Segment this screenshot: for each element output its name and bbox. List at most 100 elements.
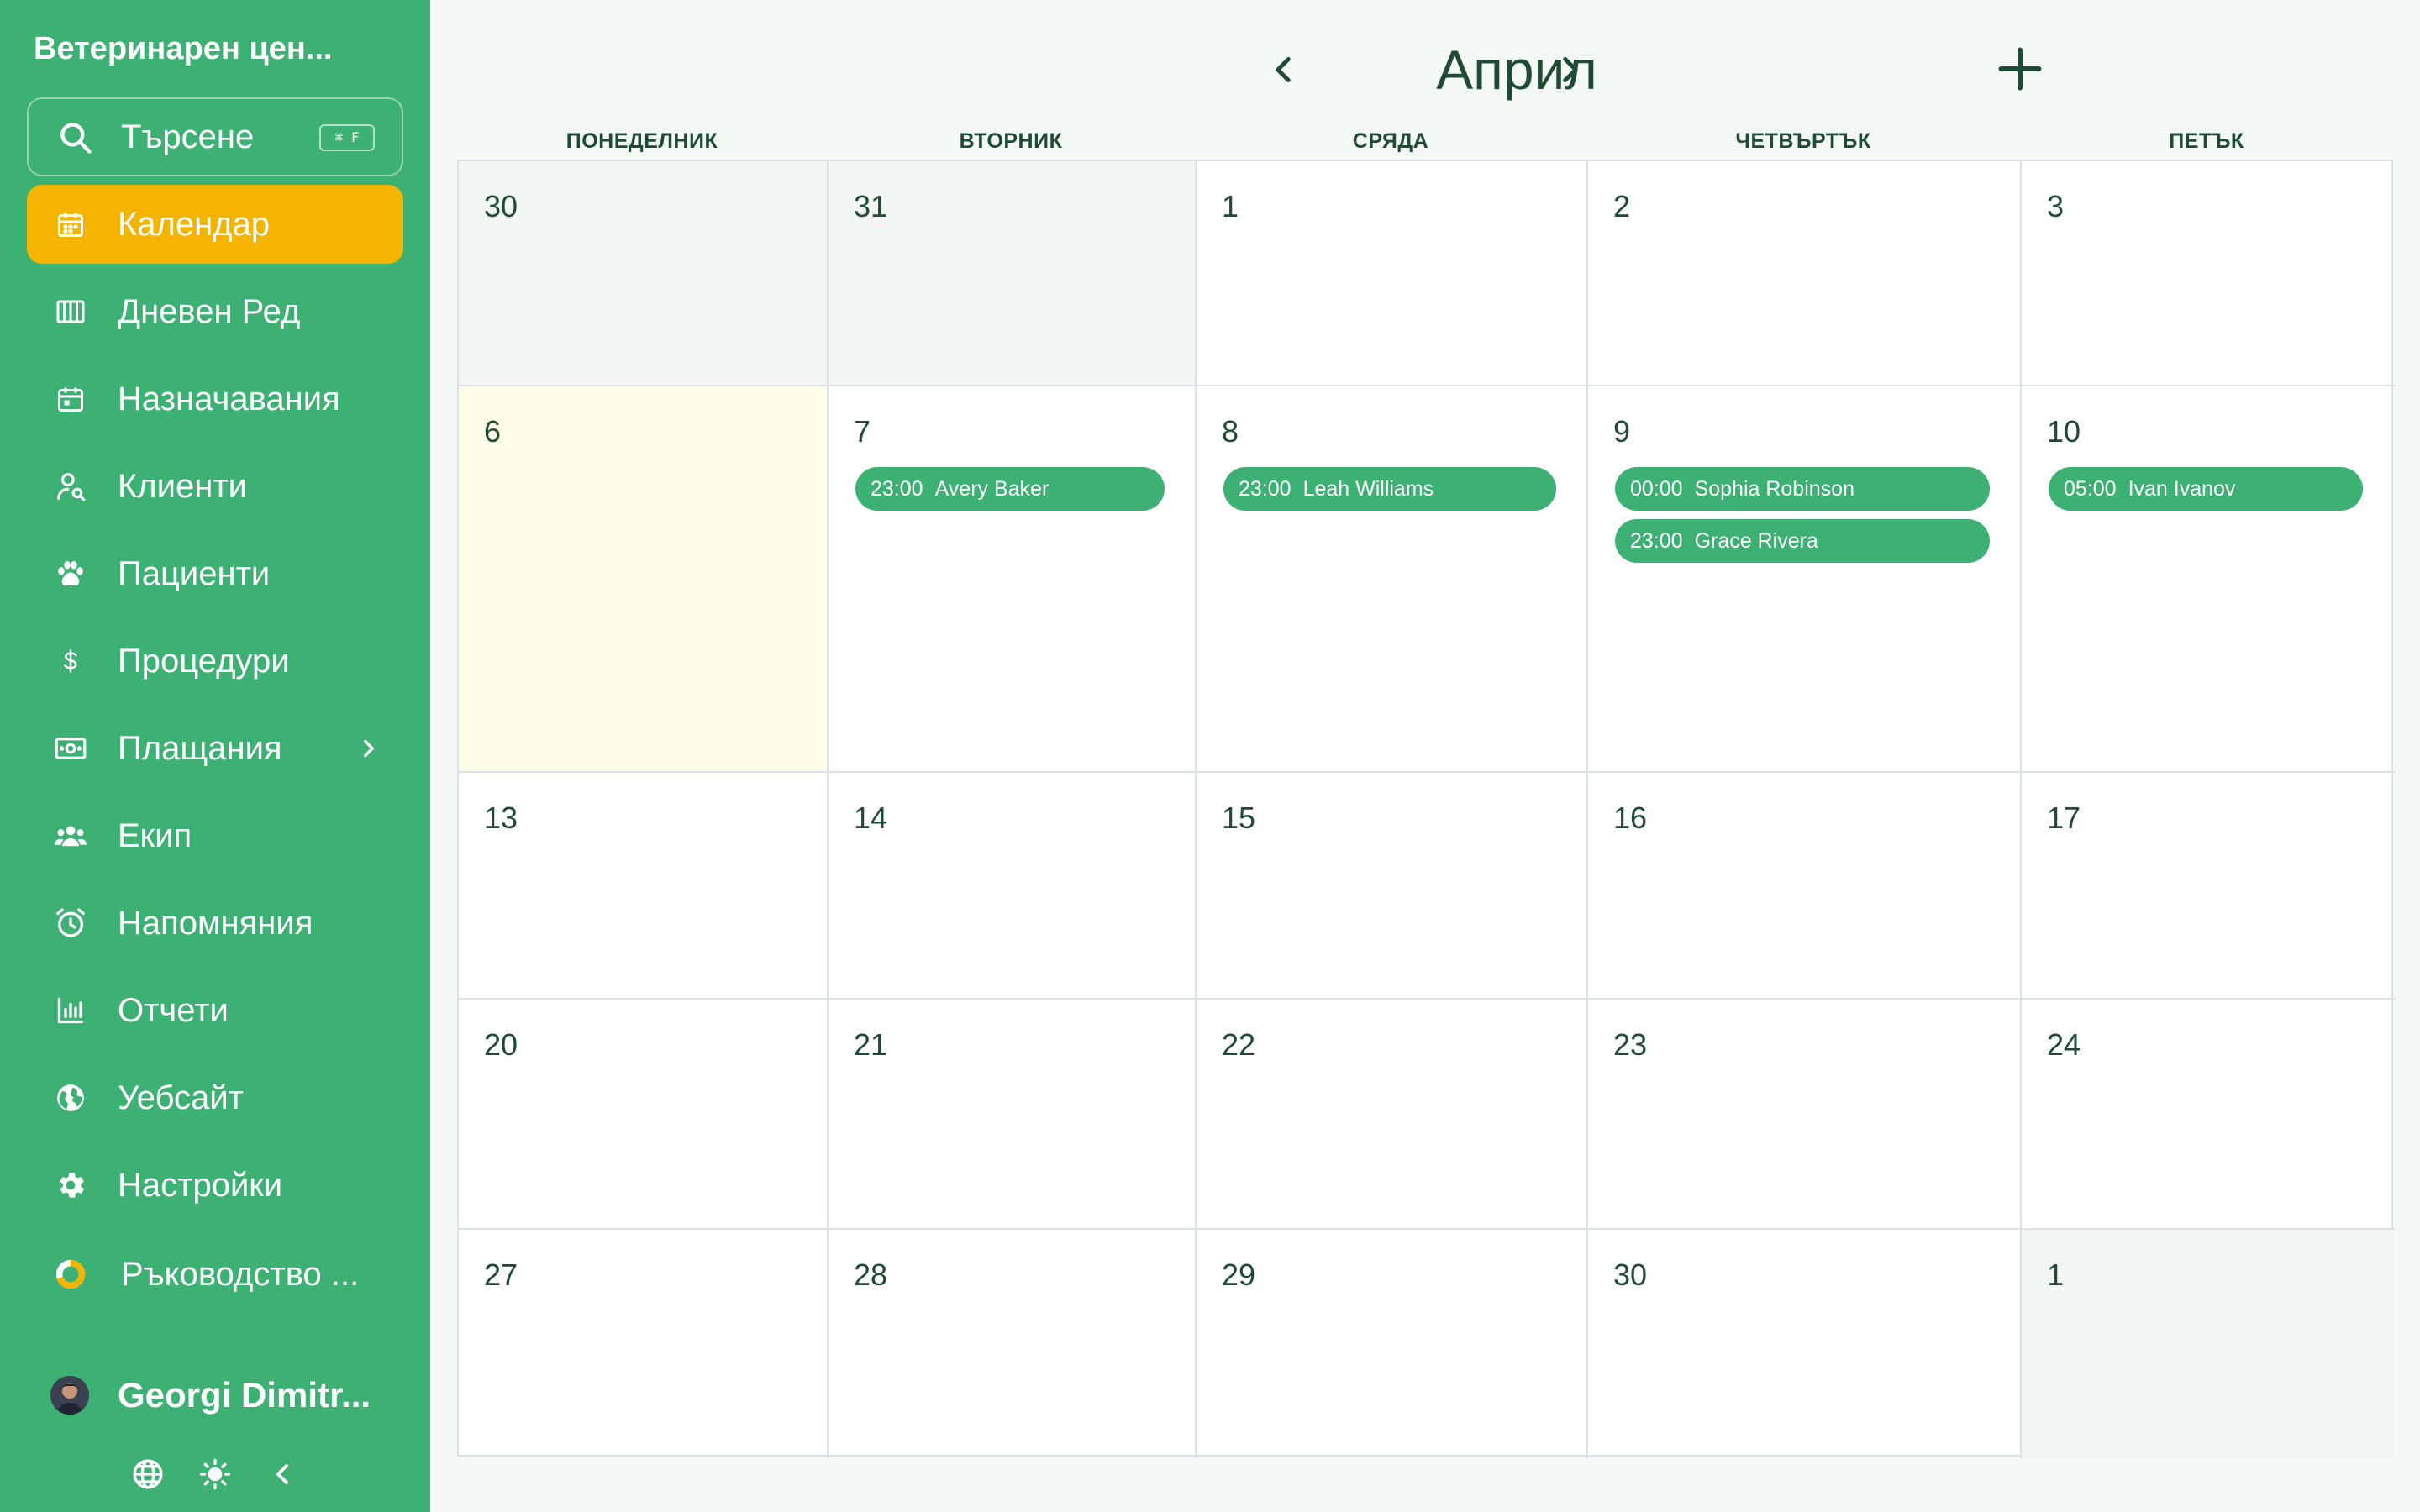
cash-icon (54, 732, 87, 765)
sidebar-item-patients[interactable]: Пациенти (27, 534, 403, 613)
sidebar-item-label: Календар (118, 206, 271, 243)
day-cell[interactable]: 2 (1588, 161, 2022, 386)
day-number: 15 (1222, 801, 1256, 835)
sidebar-item-label: Уебсайт (118, 1079, 244, 1116)
day-number: 28 (854, 1257, 888, 1292)
add-appointment-button[interactable] (1995, 44, 2045, 94)
day-number: 6 (484, 414, 502, 449)
day-cell[interactable]: 27 (459, 1230, 829, 1458)
weekday-label: ЧЕТВЪРТЪК (1735, 129, 1871, 153)
sidebar-item-website[interactable]: Уебсайт (27, 1058, 403, 1137)
sidebar-item-guide[interactable]: Ръководство ... (27, 1235, 403, 1314)
sidebar-item-label: Плащания (118, 730, 282, 767)
day-number: 3 (2047, 189, 2065, 223)
day-cell[interactable]: 8 23:00 Leah Williams (1197, 386, 1588, 773)
day-cell[interactable]: 7 23:00 Avery Baker (829, 386, 1197, 773)
event-time: 00:00 (1630, 477, 1683, 501)
sidebar-item-label: Напомняния (118, 905, 313, 942)
sidebar-item-payments[interactable]: Плащания (27, 709, 403, 788)
month-grid: 30 31 1 2 3 6 7 23:00 Avery Baker 8 23:00 Leah Will… (457, 160, 2395, 1458)
user-search-icon (54, 470, 87, 503)
search-button[interactable]: Търсене ⌘ F (27, 97, 403, 176)
sidebar-item-label: Ръководство ... (121, 1256, 360, 1293)
appointment-event[interactable]: 00:00 Sophia Robinson (1615, 467, 1990, 511)
day-cell[interactable]: 9 00:00 Sophia Robinson 23:00 Grace Rivera (1588, 386, 2022, 773)
clinic-name[interactable]: Ветеринарен цен... (34, 25, 403, 72)
chevron-right-icon[interactable] (355, 734, 383, 763)
team-icon (54, 819, 87, 853)
day-number: 31 (854, 189, 888, 223)
day-cell[interactable]: 28 (829, 1230, 1197, 1458)
day-cell[interactable]: 1 (2022, 1230, 2395, 1458)
sidebar-item-label: Дневен Ред (118, 293, 301, 330)
event-time: 23:00 (871, 477, 923, 501)
sidebar: Ветеринарен цен... Търсене ⌘ F Календар … (0, 0, 430, 1512)
day-cell[interactable]: 1 (1197, 161, 1588, 386)
prev-month-button[interactable] (1262, 49, 1304, 91)
day-number: 21 (854, 1027, 888, 1062)
day-number: 10 (2047, 414, 2081, 449)
day-cell[interactable]: 14 (829, 773, 1197, 1000)
sidebar-item-appointments[interactable]: Назначавания (27, 360, 403, 438)
day-number: 29 (1222, 1257, 1256, 1292)
calendar-event-icon (54, 382, 87, 416)
day-cell[interactable]: 16 (1588, 773, 2022, 1000)
sidebar-item-team[interactable]: Екип (27, 796, 403, 875)
sidebar-item-reminders[interactable]: Напомняния (27, 884, 403, 963)
day-cell[interactable]: 24 (2022, 1000, 2395, 1230)
day-cell[interactable]: 31 (829, 161, 1197, 386)
day-number: 30 (484, 189, 518, 223)
day-cell[interactable]: 6 (459, 386, 829, 773)
appointment-event[interactable]: 23:00 Leah Williams (1223, 467, 1556, 511)
day-cell[interactable]: 30 (1588, 1230, 2022, 1458)
sidebar-item-label: Назначавания (118, 381, 340, 417)
gear-icon (54, 1168, 87, 1202)
day-cell[interactable]: 30 (459, 161, 829, 386)
day-number: 1 (2047, 1257, 2065, 1292)
sidebar-item-settings[interactable]: Настройки (27, 1146, 403, 1225)
day-cell[interactable]: 13 (459, 773, 829, 1000)
day-cell[interactable]: 3 (2022, 161, 2395, 386)
weekday-label: СРЯДА (1352, 129, 1429, 153)
day-cell[interactable]: 21 (829, 1000, 1197, 1230)
user-profile[interactable]: Georgi Dimitr... (27, 1357, 403, 1433)
paw-icon (54, 557, 87, 591)
appointment-event[interactable]: 23:00 Avery Baker (855, 467, 1165, 511)
month-title: Април (1436, 39, 1597, 101)
weekday-header: ПОНЕДЕЛНИК ВТОРНИК СРЯДА ЧЕТВЪРТЪК ПЕТЪК (457, 124, 2393, 158)
sidebar-item-label: Клиенти (118, 468, 247, 505)
search-icon (60, 123, 92, 154)
day-number: 24 (2047, 1027, 2081, 1062)
day-cell[interactable]: 10 05:00 Ivan Ivanov (2022, 386, 2395, 773)
day-number: 13 (484, 801, 518, 835)
collapse-sidebar-icon[interactable] (266, 1457, 299, 1491)
event-client-name: Leah Williams (1302, 477, 1434, 501)
sidebar-item-procedures[interactable]: Процедури (27, 622, 403, 701)
day-cell[interactable]: 17 (2022, 773, 2395, 1000)
event-time: 23:00 (1630, 529, 1683, 553)
sidebar-item-agenda[interactable]: Дневен Ред (27, 272, 403, 351)
sidebar-item-label: Процедури (118, 643, 290, 680)
day-number: 7 (854, 414, 871, 449)
event-client-name: Avery Baker (934, 477, 1050, 501)
sidebar-item-reports[interactable]: Отчети (27, 971, 403, 1050)
columns-icon (54, 295, 87, 328)
appointment-event[interactable]: 05:00 Ivan Ivanov (2049, 467, 2363, 511)
search-shortcut: ⌘ F (319, 124, 375, 151)
sidebar-item-calendar[interactable]: Календар (27, 185, 403, 264)
sun-icon[interactable] (198, 1457, 232, 1491)
event-time: 05:00 (2064, 477, 2117, 501)
event-client-name: Grace Rivera (1694, 529, 1818, 553)
search-label: Търсене (121, 118, 255, 155)
day-cell[interactable]: 23 (1588, 1000, 2022, 1230)
day-cell[interactable]: 20 (459, 1000, 829, 1230)
day-cell[interactable]: 15 (1197, 773, 1588, 1000)
appointment-event[interactable]: 23:00 Grace Rivera (1615, 519, 1990, 563)
language-globe-icon[interactable] (131, 1457, 165, 1491)
day-number: 9 (1613, 414, 1631, 449)
alarm-icon (54, 906, 87, 940)
day-cell[interactable]: 29 (1197, 1230, 1588, 1458)
sidebar-item-clients[interactable]: Клиенти (27, 447, 403, 526)
next-month-button[interactable] (1549, 49, 1591, 91)
day-cell[interactable]: 22 (1197, 1000, 1588, 1230)
